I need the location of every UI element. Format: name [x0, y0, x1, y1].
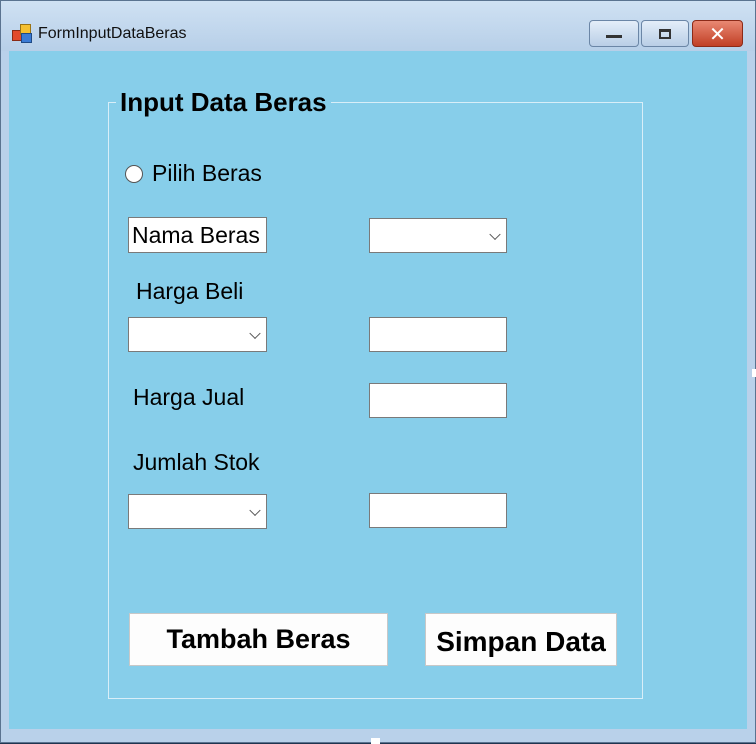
groupbox-title: Input Data Beras	[116, 87, 331, 118]
simpan-data-button[interactable]: Simpan Data	[425, 613, 617, 666]
window-title: FormInputDataBeras	[38, 25, 187, 42]
resize-handle-right[interactable]	[752, 369, 756, 377]
tambah-beras-button[interactable]: Tambah Beras	[129, 613, 388, 666]
form-client-area: Input Data Beras Pilih Beras Nama Beras …	[9, 51, 747, 729]
pilih-beras-radio[interactable]	[125, 164, 143, 183]
form-window: FormInputDataBeras ✕ Input Data Beras Pi…	[0, 0, 756, 744]
jumlah-stok-textbox[interactable]	[369, 493, 507, 528]
minimize-button[interactable]	[589, 20, 639, 47]
close-button[interactable]: ✕	[692, 20, 743, 47]
maximize-button[interactable]	[641, 20, 689, 47]
maximize-icon	[659, 28, 671, 39]
nama-beras-textbox[interactable]: Nama Beras	[128, 217, 267, 253]
resize-handle-bottom[interactable]	[371, 738, 380, 744]
chevron-down-icon[interactable]	[249, 327, 261, 339]
pilih-beras-radio-option[interactable]: Pilih Beras	[125, 160, 262, 187]
app-form-icon[interactable]	[12, 24, 32, 43]
harga-beli-textbox[interactable]	[369, 317, 507, 352]
nama-beras-combobox[interactable]	[369, 218, 507, 253]
harga-beli-label: Harga Beli	[136, 278, 244, 304]
jumlah-stok-label: Jumlah Stok	[133, 449, 260, 475]
title-bar[interactable]: FormInputDataBeras ✕	[1, 1, 755, 51]
close-icon: ✕	[709, 21, 726, 46]
pilih-beras-label: Pilih Beras	[152, 160, 262, 186]
harga-jual-label: Harga Jual	[133, 384, 245, 410]
chevron-down-icon[interactable]	[249, 504, 261, 516]
chevron-down-icon[interactable]	[489, 228, 501, 240]
harga-jual-textbox[interactable]	[369, 383, 507, 418]
jumlah-stok-combobox[interactable]	[128, 494, 267, 529]
minimize-icon	[606, 35, 622, 38]
harga-beli-combobox[interactable]	[128, 317, 267, 352]
